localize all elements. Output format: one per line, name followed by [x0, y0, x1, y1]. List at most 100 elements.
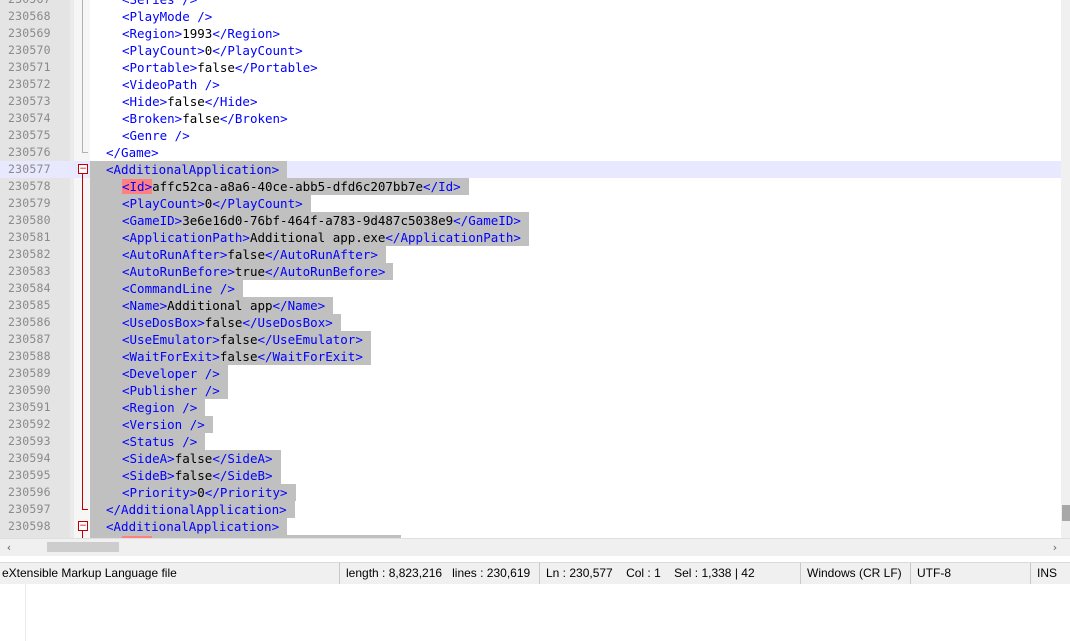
line-number: 230590 [8, 383, 51, 397]
xml-tag: <Name> [122, 298, 168, 313]
code-line[interactable]: 230569 <Region>1993</Region> [0, 25, 1062, 42]
xml-tag: <CommandLine /> [122, 281, 235, 296]
status-eol[interactable]: Windows (CR LF) [800, 563, 909, 584]
horizontal-scrollbar[interactable]: ‹ › [0, 538, 1070, 556]
code-text[interactable]: <UseDosBox>false</UseDosBox> [90, 314, 341, 331]
code-text[interactable]: <Region /> [90, 399, 206, 416]
code-text[interactable]: <Portable>false</Portable> [90, 59, 326, 76]
code-line[interactable]: 230578 <Id>affc52ca-a8a6-40ce-abb5-dfd6c2… [0, 178, 1062, 195]
code-line[interactable]: 230585 <Name>Additional app</Name> [0, 297, 1062, 314]
code-line[interactable]: 230581 <ApplicationPath>Additional app.ex… [0, 229, 1062, 246]
code-text[interactable]: <Hide>false</Hide> [90, 93, 265, 110]
horizontal-scroll-thumb[interactable] [47, 542, 119, 552]
scroll-left-arrow-icon[interactable]: ‹ [2, 539, 16, 556]
code-text[interactable]: <Region>1993</Region> [90, 25, 288, 42]
status-filetype: eXtensible Markup Language file [2, 566, 177, 580]
line-number: 230575 [8, 128, 51, 142]
code-text[interactable]: <PlayCount>0</PlayCount> [90, 195, 311, 212]
xml-tag: </Name> [272, 298, 326, 313]
xml-tag: <Region /> [122, 400, 198, 415]
xml-tag: </AutoRunAfter> [265, 247, 378, 262]
code-line[interactable]: 230592 <Version /> [0, 416, 1062, 433]
code-text[interactable]: <Name>Additional app</Name> [90, 297, 334, 314]
code-line[interactable]: 230568 <PlayMode /> [0, 8, 1062, 25]
xml-value: false [167, 94, 205, 109]
code-text[interactable]: <Status /> [90, 433, 206, 450]
code-line[interactable]: 230575 <Genre /> [0, 127, 1062, 144]
line-number: 230580 [8, 213, 51, 227]
code-text[interactable]: <PlayCount>0</PlayCount> [90, 42, 311, 59]
code-text[interactable]: <VideoPath /> [90, 76, 228, 93]
code-text[interactable]: <CommandLine /> [90, 280, 243, 297]
code-line[interactable]: 230583 <AutoRunBefore>true</AutoRunBefore… [0, 263, 1062, 280]
line-number: 230572 [8, 77, 51, 91]
code-text[interactable]: <UseEmulator>false</UseEmulator> [90, 331, 371, 348]
code-text[interactable]: <ApplicationPath>Additional app.exe</App… [90, 229, 529, 246]
status-encoding[interactable]: UTF-8 [910, 563, 1029, 584]
vertical-scrollbar[interactable] [1061, 0, 1070, 538]
code-line[interactable]: 230582 <AutoRunAfter>false</AutoRunAfter> [0, 246, 1062, 263]
xml-tag: <Id> [122, 179, 153, 194]
code-line[interactable]: 230589 <Developer /> [0, 365, 1062, 382]
code-text[interactable]: <Version /> [90, 416, 213, 433]
code-line[interactable]: 230579 <PlayCount>0</PlayCount> [0, 195, 1062, 212]
line-number: 230594 [8, 451, 51, 465]
code-text[interactable]: <AdditionalApplication> [90, 161, 288, 178]
code-line[interactable]: 230567 <Series /> [0, 0, 1062, 8]
code-line[interactable]: 230577 − <AdditionalApplication> [0, 161, 1062, 178]
scroll-right-arrow-icon[interactable]: › [1048, 539, 1062, 556]
fold-collapse-icon[interactable]: − [78, 521, 88, 531]
code-text[interactable]: <Series /> [90, 0, 205, 8]
code-text[interactable]: <AutoRunAfter>false</AutoRunAfter> [90, 246, 386, 263]
code-text[interactable]: <Developer /> [90, 365, 228, 382]
code-line[interactable]: 230580 <GameID>3e6e16d0-76bf-464f-a783-9d… [0, 212, 1062, 229]
xml-tag: <Series /> [122, 0, 197, 7]
xml-tag: <Region> [122, 26, 183, 41]
code-line[interactable]: 230576 </Game> [0, 144, 1062, 161]
editor-area[interactable]: 230567<Series />230568<PlayMode />230569… [0, 0, 1070, 538]
fold-guide-line [82, 173, 83, 509]
line-number: 230574 [8, 111, 51, 125]
code-text[interactable]: <Broken>false</Broken> [90, 110, 296, 127]
code-line[interactable]: 230595 <SideB>false</SideB> [0, 467, 1062, 484]
code-line[interactable]: 230570 <PlayCount>0</PlayCount> [0, 42, 1062, 59]
code-text[interactable]: <Priority>0</Priority> [90, 484, 296, 501]
vertical-scroll-thumb[interactable] [1062, 505, 1070, 521]
code-text[interactable]: <AutoRunBefore>true</AutoRunBefore> [90, 263, 394, 280]
code-text[interactable]: <AdditionalApplication> [90, 518, 288, 535]
code-text[interactable]: <WaitForExit>false</WaitForExit> [90, 348, 371, 365]
code-line[interactable]: 230598 − <AdditionalApplication> [0, 518, 1062, 535]
code-text[interactable]: <Publisher /> [90, 382, 228, 399]
code-text[interactable]: <PlayMode /> [90, 8, 220, 25]
code-line[interactable]: 230573 <Hide>false</Hide> [0, 93, 1062, 110]
code-line[interactable]: 230584 <CommandLine /> [0, 280, 1062, 297]
line-number: 230570 [8, 43, 51, 57]
code-line[interactable]: 230588 <WaitForExit>false</WaitForExit> [0, 348, 1062, 365]
code-line[interactable]: 230571 <Portable>false</Portable> [0, 59, 1062, 76]
code-line[interactable]: 230587 <UseEmulator>false</UseEmulator> [0, 331, 1062, 348]
code-line[interactable]: 230593 <Status /> [0, 433, 1062, 450]
xml-tag: <Publisher /> [122, 383, 220, 398]
code-line[interactable]: 230574 <Broken>false</Broken> [0, 110, 1062, 127]
code-line[interactable]: 230594 <SideA>false</SideA> [0, 450, 1062, 467]
code-line[interactable]: 230590 <Publisher /> [0, 382, 1062, 399]
code-text[interactable]: <SideA>false</SideA> [90, 450, 281, 467]
code-line[interactable]: 230596 <Priority>0</Priority> [0, 484, 1062, 501]
status-length-lines: length : 8,823,216 lines : 230,619 [339, 563, 536, 584]
code-line[interactable]: 230586 <UseDosBox>false</UseDosBox> [0, 314, 1062, 331]
line-number: 230592 [8, 417, 51, 431]
code-text[interactable]: </AdditionalApplication> [90, 501, 295, 518]
code-text[interactable]: <Id>affc52ca-a8a6-40ce-abb5-dfd6c207bb7e… [90, 178, 469, 195]
code-text[interactable]: <SideB>false</SideB> [90, 467, 281, 484]
code-text[interactable]: <GameID>3e6e16d0-76bf-464f-a783-9d487c50… [90, 212, 529, 229]
code-line[interactable]: 230572 <VideoPath /> [0, 76, 1062, 93]
code-text[interactable]: </Game> [90, 144, 167, 161]
xml-tag: </Id> [423, 179, 461, 194]
code-line[interactable]: 230591 <Region /> [0, 399, 1062, 416]
fold-collapse-icon[interactable]: − [78, 164, 88, 174]
code-text[interactable]: <Genre /> [90, 127, 198, 144]
status-insert-mode[interactable]: INS [1030, 563, 1070, 584]
xml-tag: <UseDosBox> [122, 315, 205, 330]
code-lines[interactable]: 230567<Series />230568<PlayMode />230569… [0, 0, 1062, 538]
code-line[interactable]: 230597 </AdditionalApplication> [0, 501, 1062, 518]
